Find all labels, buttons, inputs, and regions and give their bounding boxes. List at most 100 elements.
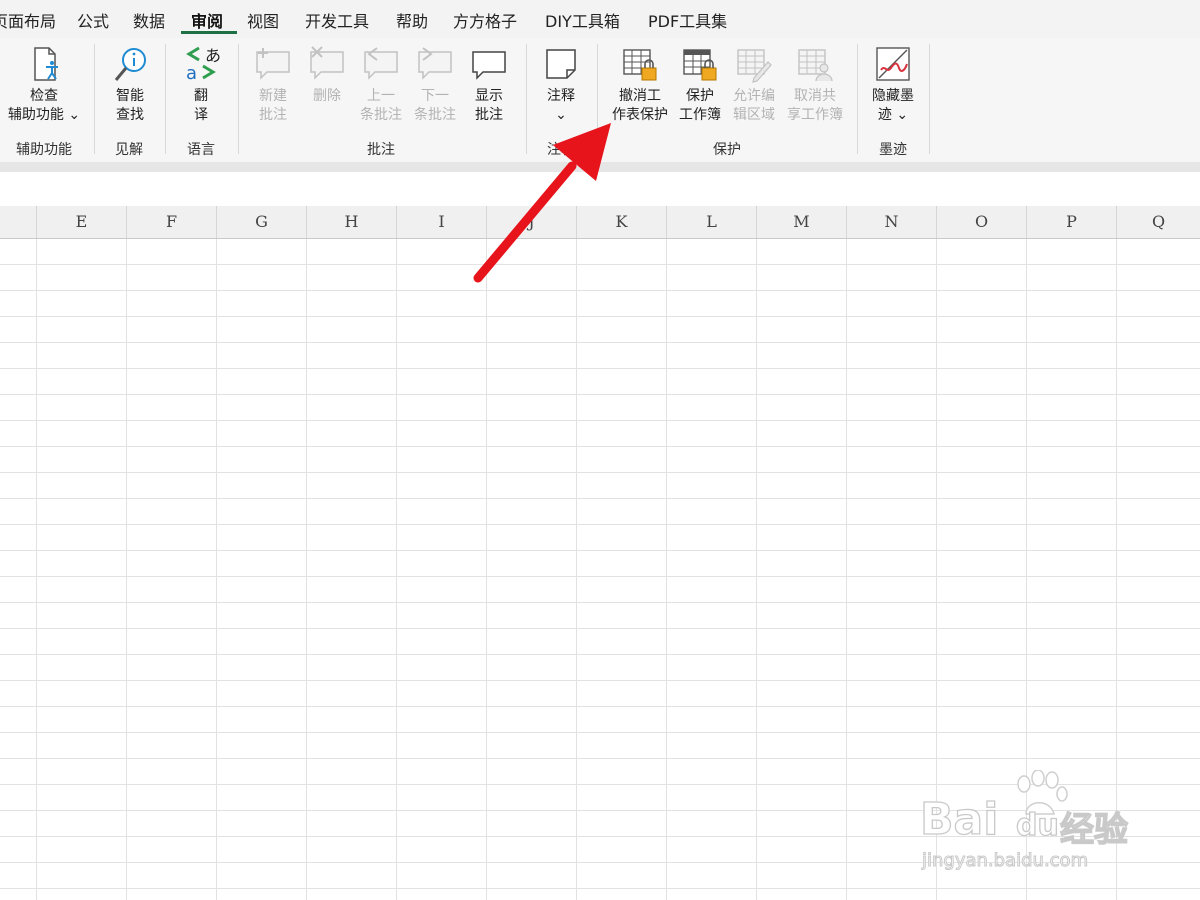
column-header-l[interactable]: L xyxy=(667,206,757,238)
previous-comment-label-1: 上一 xyxy=(367,88,395,104)
tab-data[interactable]: 数据 xyxy=(133,8,165,32)
hide-ink-button[interactable]: 隐藏墨 迹 ⌄ xyxy=(861,44,925,134)
group-label-language: 语言 xyxy=(187,142,215,158)
column-header-k[interactable]: K xyxy=(577,206,667,238)
tab-pdf-tools[interactable]: PDF工具集 xyxy=(648,8,727,32)
protect-workbook-button[interactable]: 保护 工作簿 xyxy=(672,44,728,134)
column-header-p[interactable]: P xyxy=(1027,206,1117,238)
ribbon-shadow xyxy=(0,162,1200,172)
group-label-insights: 见解 xyxy=(115,142,143,158)
tab-diy-toolbox[interactable]: DIY工具箱 xyxy=(545,8,620,32)
delete-comment-label: 删除 xyxy=(313,88,341,104)
tab-view[interactable]: 视图 xyxy=(247,8,279,32)
protect-workbook-label-2: 工作簿 xyxy=(679,107,721,123)
column-header-partial[interactable] xyxy=(0,206,37,238)
menu-bar: 页面布局 公式 数据 审阅 视图 开发工具 帮助 方方格子 DIY工具箱 PDF… xyxy=(0,0,1200,38)
tab-help[interactable]: 帮助 xyxy=(396,8,428,32)
group-divider xyxy=(238,44,239,154)
notes-button[interactable]: 注释 ⌄ xyxy=(533,44,589,134)
smart-lookup-label-2: 查找 xyxy=(116,107,144,123)
smart-lookup-button[interactable]: 智能 查找 xyxy=(102,44,158,134)
group-label-ink: 墨迹 xyxy=(879,142,907,158)
group-label-comments: 批注 xyxy=(367,142,395,158)
watermark-url: jingyan.baidu.com xyxy=(921,850,1089,872)
previous-comment-button[interactable]: 上一 条批注 xyxy=(353,44,409,134)
column-header-j[interactable]: J xyxy=(487,206,577,238)
protect-workbook-label-1: 保护 xyxy=(686,88,714,104)
watermark-brand: Bai xyxy=(919,793,999,845)
column-header-row: E F G H I J K L M N O P Q xyxy=(0,206,1200,239)
translate-label-1: 翻 xyxy=(194,88,208,104)
next-comment-button[interactable]: 下一 条批注 xyxy=(407,44,463,134)
tab-fangfang-gezi[interactable]: 方方格子 xyxy=(453,8,517,32)
tab-review[interactable]: 审阅 xyxy=(191,8,223,32)
column-header-e[interactable]: E xyxy=(37,206,127,238)
unshare-workbook-label-2: 享工作簿 xyxy=(787,107,843,123)
watermark-jingyan: 经验 xyxy=(1059,809,1128,850)
new-comment-button[interactable]: 新建 批注 xyxy=(245,44,301,134)
allow-edit-ranges-button[interactable]: 允许编 辑区域 xyxy=(726,44,782,134)
note-icon xyxy=(546,49,576,79)
group-divider xyxy=(165,44,166,154)
unprotect-sheet-icon xyxy=(623,49,657,81)
new-comment-label-2: 批注 xyxy=(259,107,287,123)
svg-text:あ: あ xyxy=(205,46,221,65)
watermark-brand-du: du xyxy=(1015,807,1059,843)
group-divider xyxy=(597,44,598,154)
group-divider xyxy=(929,44,930,154)
notes-label-2: ⌄ xyxy=(555,107,567,123)
column-header-q[interactable]: Q xyxy=(1117,206,1200,238)
translate-label-2: 译 xyxy=(194,107,208,123)
new-comment-icon xyxy=(256,48,290,80)
allow-edit-ranges-label-1: 允许编 xyxy=(733,88,775,104)
translate-icon: あ a xyxy=(186,46,221,84)
unprotect-sheet-label-2: 作表保护 xyxy=(612,107,668,123)
tab-developer[interactable]: 开发工具 xyxy=(305,8,369,32)
unshare-workbook-icon xyxy=(798,49,833,82)
check-accessibility-button[interactable]: 检查 辅助功能 ⌄ xyxy=(4,44,84,134)
allow-edit-ranges-label-2: 辑区域 xyxy=(733,107,775,123)
group-divider xyxy=(94,44,95,154)
show-comments-label-2: 批注 xyxy=(475,107,503,123)
baidu-jingyan-watermark: Bai du 经验 jingyan.baidu.com xyxy=(919,770,1160,880)
hide-ink-icon xyxy=(876,47,910,81)
delete-comment-icon xyxy=(310,46,344,80)
accessibility-document-icon xyxy=(34,47,58,81)
tab-formulas[interactable]: 公式 xyxy=(77,8,109,32)
unprotect-sheet-label-1: 撤消工 xyxy=(619,88,661,104)
next-comment-label-2: 条批注 xyxy=(414,107,456,123)
group-label-protect: 保护 xyxy=(713,142,741,158)
column-header-o[interactable]: O xyxy=(937,206,1027,238)
show-comments-label-1: 显示 xyxy=(475,88,503,104)
unshare-workbook-label-1: 取消共 xyxy=(794,88,836,104)
ribbon: 检查 辅助功能 ⌄ 辅助功能 智能 查找 见解 あ a 翻 译 语言 新建 批注… xyxy=(0,38,1200,163)
hide-ink-label-2: 迹 ⌄ xyxy=(877,107,909,123)
smart-lookup-icon xyxy=(114,48,146,81)
next-comment-icon xyxy=(418,47,452,80)
formula-bar[interactable] xyxy=(0,172,1200,207)
column-header-m[interactable]: M xyxy=(757,206,847,238)
show-comments-icon xyxy=(472,51,506,80)
group-label-accessibility: 辅助功能 xyxy=(16,142,72,158)
column-header-n[interactable]: N xyxy=(847,206,937,238)
check-accessibility-label-1: 检查 xyxy=(30,88,58,104)
column-header-f[interactable]: F xyxy=(127,206,217,238)
group-divider xyxy=(526,44,527,154)
allow-edit-ranges-icon xyxy=(737,49,772,83)
svg-text:a: a xyxy=(186,63,197,84)
unprotect-sheet-button[interactable]: 撤消工 作表保护 xyxy=(608,44,672,134)
translate-button[interactable]: あ a 翻 译 xyxy=(173,44,229,134)
group-label-notes: 注释 xyxy=(547,142,575,158)
active-tab-indicator xyxy=(181,31,237,34)
show-comments-button[interactable]: 显示 批注 xyxy=(461,44,517,134)
column-header-g[interactable]: G xyxy=(217,206,307,238)
delete-comment-button[interactable]: 删除 xyxy=(299,44,355,134)
smart-lookup-label-1: 智能 xyxy=(116,88,144,104)
previous-comment-icon xyxy=(364,47,398,80)
unshare-workbook-button[interactable]: 取消共 享工作簿 xyxy=(783,44,847,134)
new-comment-label-1: 新建 xyxy=(259,88,287,104)
column-header-h[interactable]: H xyxy=(307,206,397,238)
previous-comment-label-2: 条批注 xyxy=(360,107,402,123)
column-header-i[interactable]: I xyxy=(397,206,487,238)
tab-page-layout[interactable]: 页面布局 xyxy=(0,8,56,32)
